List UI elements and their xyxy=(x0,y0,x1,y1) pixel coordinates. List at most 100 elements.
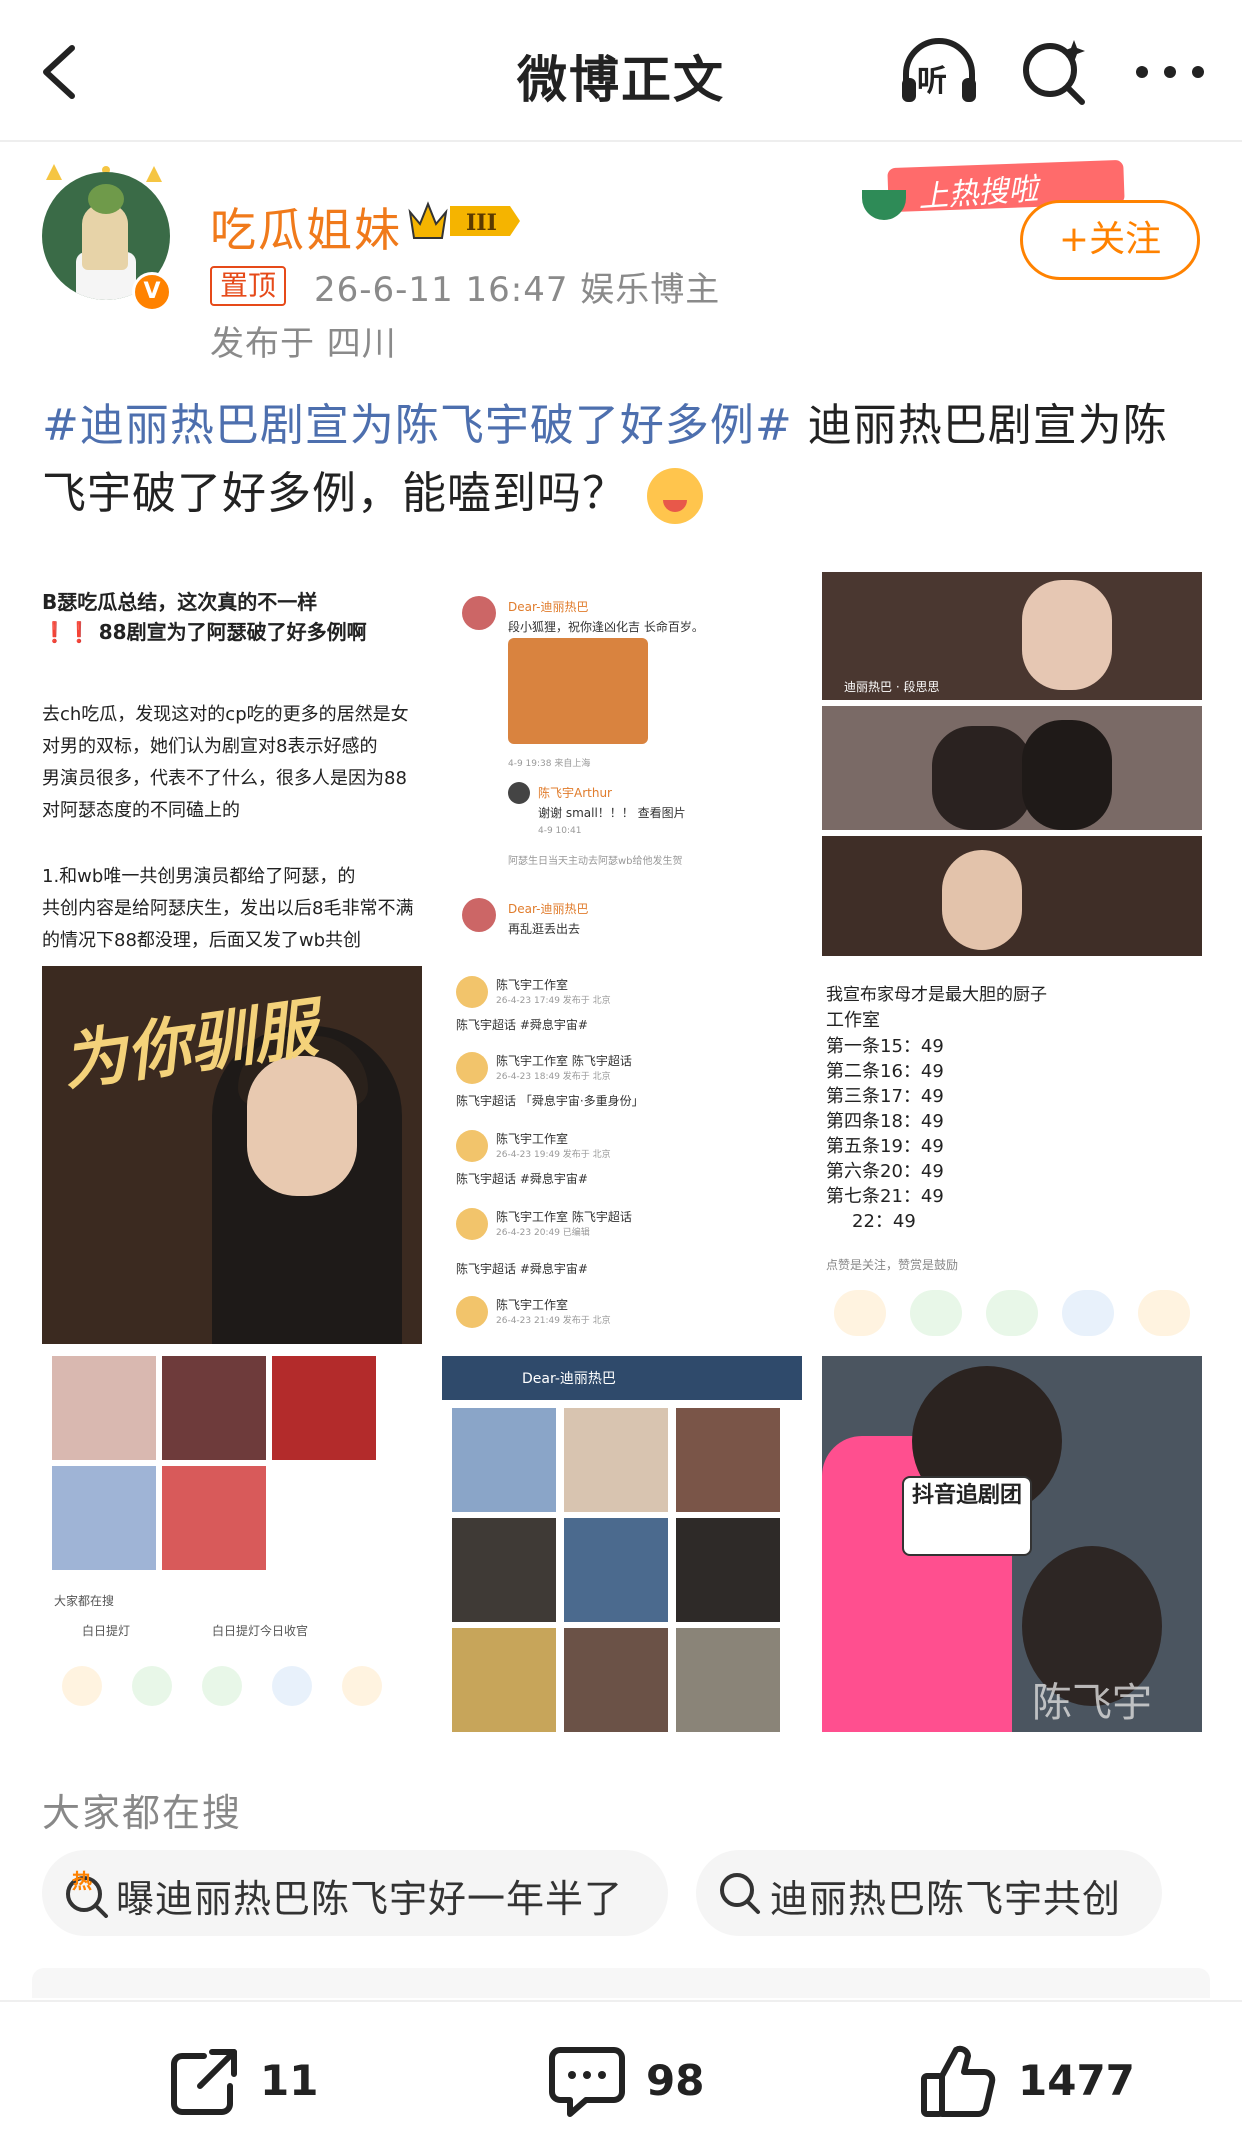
photo-panel: 迪丽热巴 · 段思思 xyxy=(822,572,1202,700)
image-text-line: 第一条15：49 xyxy=(826,1036,944,1057)
fox-photo xyxy=(508,638,648,744)
search-sparkle-icon xyxy=(1023,40,1085,105)
image-text-line: B瑟吃瓜总结，这次真的不一样 xyxy=(42,590,318,614)
topic-link[interactable]: #迪丽热巴剧宣为陈飞宇破了好多例# xyxy=(42,400,793,451)
verified-badge-icon: V xyxy=(132,272,172,312)
image-text-line: 白日提灯今日收官 xyxy=(212,1624,309,1638)
like-count: 1477 xyxy=(1018,2056,1135,2105)
topic-tag: 陈飞宇超话 「舜息宇宙·多重身份」 xyxy=(456,1094,644,1108)
search-button[interactable] xyxy=(1018,36,1090,108)
like-button[interactable]: 1477 xyxy=(918,2042,1138,2122)
image-text-line: 去ch吃瓜，发现这对的cp吃的更多的居然是女 xyxy=(42,704,409,725)
image-text-line: 第七条21：49 xyxy=(826,1186,944,1207)
image-text-line: 大家都在搜 xyxy=(54,1594,115,1608)
avatar xyxy=(456,1208,488,1240)
avatar xyxy=(462,898,496,932)
image-text-line: 的情况下88都没理，后面又发了wb共创 xyxy=(42,930,362,951)
pinned-badge: 置顶 xyxy=(210,266,287,306)
image-text-line: 第三条17：49 xyxy=(826,1086,944,1107)
image-text-line: 第五条19：49 xyxy=(826,1136,944,1157)
watermelon-icon xyxy=(862,190,906,220)
post-image-2[interactable]: Dear-迪丽热巴 段小狐狸，祝你逢凶化吉 长命百岁。 4-9 19:38 来自… xyxy=(442,572,802,956)
image-text-line: 点赞是关注，赞赏是鼓励 xyxy=(826,1258,959,1272)
post-image-4[interactable]: 为你驯服 xyxy=(42,966,422,1344)
level-text: III xyxy=(466,210,497,236)
svg-text:热: 热 xyxy=(72,1869,92,1893)
hot-banner-text: 上热搜啦 xyxy=(917,171,1040,216)
username: 陈飞宇Arthur xyxy=(538,786,612,800)
image-text-line: 白日提灯 xyxy=(82,1624,131,1638)
image-text-line: ❗❗ 88剧宣为了阿瑟破了好多例啊 xyxy=(42,620,367,644)
image-topbar: Dear-迪丽热巴 xyxy=(442,1356,802,1400)
comment-meta: 4-9 19:38 来自上海 xyxy=(508,759,591,769)
image-text-line: 工作室 xyxy=(826,1010,880,1031)
follow-button[interactable]: +关注 xyxy=(1020,200,1200,280)
search-chip-text: 曝迪丽热巴陈飞宇好一年半了 xyxy=(116,1877,624,1921)
member-level-badge: III xyxy=(408,201,520,239)
more-dots-icon xyxy=(1136,66,1204,78)
post-image-7[interactable]: 大家都在搜 白日提灯 白日提灯今日收官 xyxy=(42,1356,422,1732)
comment-text: 段小狐狸，祝你逢凶化吉 长命百岁。 xyxy=(508,620,704,634)
more-button[interactable] xyxy=(1130,36,1210,108)
avatar xyxy=(456,1296,488,1328)
topic-tag: 陈飞宇超话 #舜息宇宙# xyxy=(456,1262,588,1276)
avatar xyxy=(456,1130,488,1162)
username: Dear-迪丽热巴 xyxy=(508,600,589,614)
image-text-line: 共创内容是给阿瑟庆生，发出以后8毛非常不满 xyxy=(42,898,414,919)
image-text-line: 对男的双标，她们认为剧宣对8表示好感的 xyxy=(42,736,378,757)
reply-text: 谢谢 small！！！ 查看图片 xyxy=(538,806,686,820)
post-meta: 26-6-11 16:47 娱乐博主 xyxy=(314,270,721,310)
yum-emoji-icon xyxy=(647,468,703,524)
reply-meta: 4-9 10:41 xyxy=(538,826,582,836)
listen-button[interactable]: 听 xyxy=(898,36,980,108)
post-image-6[interactable]: 我宣布家母才是最大胆的厨子 工作室 第一条15：49 第二条16：49 第三条1… xyxy=(822,966,1202,1344)
search-chip[interactable]: 热 曝迪丽热巴陈飞宇好一年半了 xyxy=(42,1850,668,1936)
image-text-line: 对阿瑟态度的不同磕上的 xyxy=(42,800,240,821)
hot-search-icon: 热 xyxy=(66,1869,108,1918)
photo-panel xyxy=(822,836,1202,956)
post-row: 陈飞宇工作室 陈飞宇超话 26-4-23 18:49 发布于 北京 xyxy=(496,1054,632,1082)
post-image-1[interactable]: B瑟吃瓜总结，这次真的不一样 ❗❗ 88剧宣为了阿瑟破了好多例啊 去ch吃瓜，发… xyxy=(42,572,422,956)
image-text-line: 我宣布家母才是最大胆的厨子 xyxy=(826,985,1047,1005)
photo-panel xyxy=(822,706,1202,830)
note-text: 阿瑟生日当天主动去阿瑟wb给他发生贺 xyxy=(508,856,683,867)
avatar xyxy=(462,596,496,630)
post-location: 发布于 四川 xyxy=(210,324,397,364)
avatar xyxy=(456,976,488,1008)
comment-count: 98 xyxy=(646,2056,705,2105)
image-watermark: 陈飞宇 xyxy=(1032,1680,1152,1726)
thumbs-up-icon xyxy=(921,2045,996,2117)
next-section-peek xyxy=(32,1968,1210,1998)
comment-button[interactable]: 98 xyxy=(546,2042,726,2122)
search-icon xyxy=(720,1873,760,1914)
image-caption: 迪丽热巴 · 段思思 xyxy=(844,680,940,694)
image-text-line: 第六条20：49 xyxy=(826,1161,944,1182)
topic-tag: 陈飞宇超话 #舜息宇宙# xyxy=(456,1172,588,1186)
author-name[interactable]: 吃瓜姐妹 xyxy=(210,194,402,260)
search-chip[interactable]: 迪丽热巴陈飞宇共创 xyxy=(696,1850,1162,1936)
post-image-8[interactable]: Dear-迪丽热巴 xyxy=(442,1356,802,1732)
post-row: 陈飞宇工作室 26-4-23 21:49 发布于 北京 xyxy=(496,1298,611,1326)
mic-card: 抖音追剧团 xyxy=(902,1476,1032,1556)
share-icons-row xyxy=(62,1666,402,1706)
avatar xyxy=(456,1052,488,1084)
username: Dear-迪丽热巴 xyxy=(508,902,589,916)
bottom-action-bar: 11 98 1477 xyxy=(0,2000,1242,2156)
top-nav-bar: 微博正文 听 xyxy=(0,0,1242,142)
share-button[interactable]: 11 xyxy=(164,2042,324,2122)
post-row: 陈飞宇工作室 陈飞宇超话 26-4-23 20:49 已编辑 xyxy=(496,1210,632,1238)
comment-icon xyxy=(549,2047,625,2117)
post-image-5[interactable]: 陈飞宇工作室 26-4-23 17:49 发布于 北京 陈飞宇超话 #舜息宇宙# … xyxy=(442,966,802,1344)
image-text-line: 第四条18：49 xyxy=(826,1111,944,1132)
avatar xyxy=(508,782,530,804)
post-row: 陈飞宇工作室 26-4-23 19:49 发布于 北京 xyxy=(496,1132,611,1160)
share-count: 11 xyxy=(260,2056,319,2105)
comment-text: 再乱逛丢出去 xyxy=(508,922,581,936)
image-text-line: 第二条16：49 xyxy=(826,1061,944,1082)
share-icons-row xyxy=(832,1290,1192,1336)
post-image-3[interactable]: 迪丽热巴 · 段思思 xyxy=(822,572,1202,956)
post-row: 陈飞宇工作室 26-4-23 17:49 发布于 北京 xyxy=(496,978,611,1006)
topic-tag: 陈飞宇超话 #舜息宇宙# xyxy=(456,1018,588,1032)
post-image-9[interactable]: 抖音追剧团 陈飞宇 xyxy=(822,1356,1202,1732)
search-chip-text: 迪丽热巴陈飞宇共创 xyxy=(770,1877,1122,1921)
